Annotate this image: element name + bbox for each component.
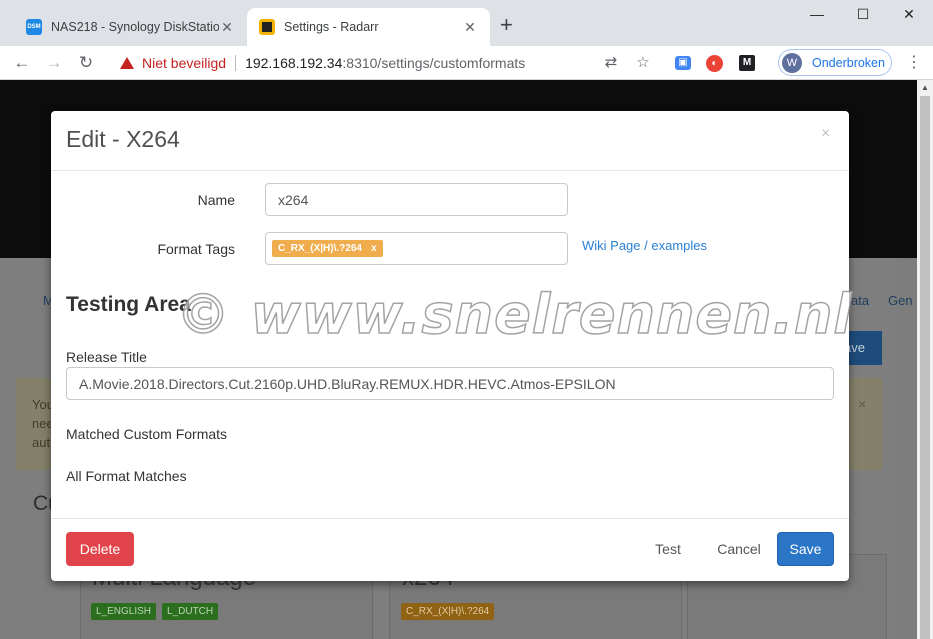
close-icon: ×	[858, 396, 867, 412]
extension-m-icon[interactable]: M	[739, 55, 755, 71]
profile-button[interactable]: W Onderbroken	[778, 49, 892, 76]
card-tag: L_DUTCH	[162, 603, 219, 620]
card-tag: L_ENGLISH	[91, 603, 157, 620]
name-value: x264	[278, 191, 309, 208]
matched-formats-label: Matched Custom Formats	[66, 426, 228, 442]
tab-radarr-settings[interactable]: Settings - Radarr ✕	[247, 8, 490, 46]
window-close-icon[interactable]: ✕	[889, 6, 929, 23]
alert-line: aut	[32, 435, 51, 450]
forward-icon[interactable]: →	[42, 51, 66, 75]
edit-format-modal: Edit - X264 × Name x264 Format Tags C_RX…	[51, 111, 849, 581]
watermark: © www.snelrennen.nl	[175, 282, 853, 347]
release-title-input[interactable]: A.Movie.2018.Directors.Cut.2160p.UHD.Blu…	[66, 367, 834, 400]
extension-orange-icon[interactable]: ◐	[706, 55, 723, 72]
browser-tabstrip: DSM NAS218 - Synology DiskStation ✕ Sett…	[0, 0, 933, 46]
remove-tag-icon[interactable]: x	[371, 243, 377, 254]
minimize-icon[interactable]: —	[797, 6, 837, 22]
url-host: 192.168.192.34	[245, 55, 343, 71]
modal-header: Edit - X264 ×	[51, 111, 849, 171]
avatar: W	[782, 52, 802, 73]
format-tags-label: Format Tags	[157, 241, 235, 257]
maximize-icon[interactable]: ☐	[843, 6, 883, 23]
warning-icon	[120, 57, 134, 69]
format-tag-text: C_RX_(X|H)\.?264	[278, 243, 362, 254]
close-icon[interactable]: ✕	[219, 19, 235, 36]
translate-icon[interactable]: ⇄	[601, 53, 621, 73]
format-tags-input[interactable]: C_RX_(X|H)\.?264 x	[265, 232, 568, 265]
save-button[interactable]: Save	[777, 532, 834, 566]
name-label: Name	[197, 192, 235, 208]
address-bar[interactable]: Niet beveiligd 192.168.192.34 :8310/sett…	[106, 50, 666, 76]
modal-title: Edit - X264	[66, 126, 180, 152]
radarr-icon	[259, 19, 275, 35]
name-input[interactable]: x264	[265, 183, 568, 216]
kebab-menu-icon[interactable]: ⋮	[906, 52, 922, 72]
star-icon[interactable]: ☆	[633, 53, 653, 73]
dsm-icon: DSM	[26, 19, 42, 35]
url-path: :8310/settings/customformats	[342, 55, 526, 71]
release-title-value: A.Movie.2018.Directors.Cut.2160p.UHD.Blu…	[79, 375, 616, 392]
release-title-label: Release Title	[66, 349, 147, 365]
new-tab-icon[interactable]: +	[500, 13, 513, 37]
all-format-matches-label: All Format Matches	[66, 468, 187, 484]
scroll-up-icon[interactable]: ▲	[917, 80, 933, 96]
reload-icon[interactable]: ↻	[74, 51, 98, 75]
test-button[interactable]: Test	[643, 532, 693, 566]
tab-nas218[interactable]: DSM NAS218 - Synology DiskStation ✕	[14, 8, 247, 46]
delete-button[interactable]: Delete	[66, 532, 134, 566]
divider	[235, 55, 237, 71]
back-icon[interactable]: ←	[10, 51, 34, 75]
close-icon[interactable]: ×	[821, 125, 830, 143]
profile-label: Onderbroken	[812, 55, 885, 70]
security-label[interactable]: Niet beveiligd	[142, 55, 226, 71]
wiki-link[interactable]: Wiki Page / examples	[582, 238, 707, 253]
tab-title: Settings - Radarr	[284, 20, 379, 34]
extension-blue-icon[interactable]: ▣	[675, 56, 691, 70]
settings-tab: Gen	[888, 293, 913, 308]
close-icon[interactable]: ✕	[462, 19, 478, 36]
card-tag: C_RX_(X|H)\.?264	[401, 603, 495, 620]
scrollbar-thumb[interactable]	[920, 96, 930, 639]
format-tag: C_RX_(X|H)\.?264 x	[272, 240, 383, 257]
settings-tab: ata	[851, 293, 870, 308]
testing-area-heading: Testing Area	[66, 293, 191, 316]
cancel-button[interactable]: Cancel	[711, 532, 767, 566]
tab-title: NAS218 - Synology DiskStation	[51, 20, 219, 34]
